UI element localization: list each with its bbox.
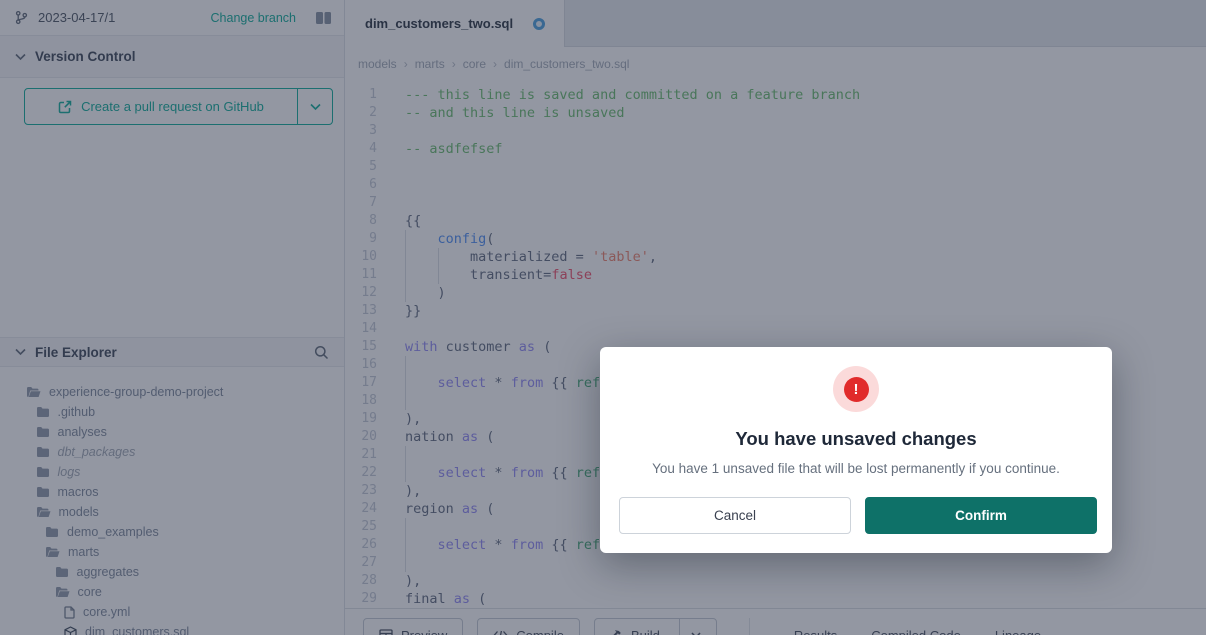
modal-message: You have 1 unsaved file that will be los…	[652, 461, 1060, 476]
confirm-button[interactable]: Confirm	[865, 497, 1097, 534]
unsaved-changes-modal: ! You have unsaved changes You have 1 un…	[600, 347, 1112, 553]
error-icon: !	[833, 366, 879, 412]
modal-title: You have unsaved changes	[735, 428, 976, 450]
cancel-button[interactable]: Cancel	[619, 497, 851, 534]
